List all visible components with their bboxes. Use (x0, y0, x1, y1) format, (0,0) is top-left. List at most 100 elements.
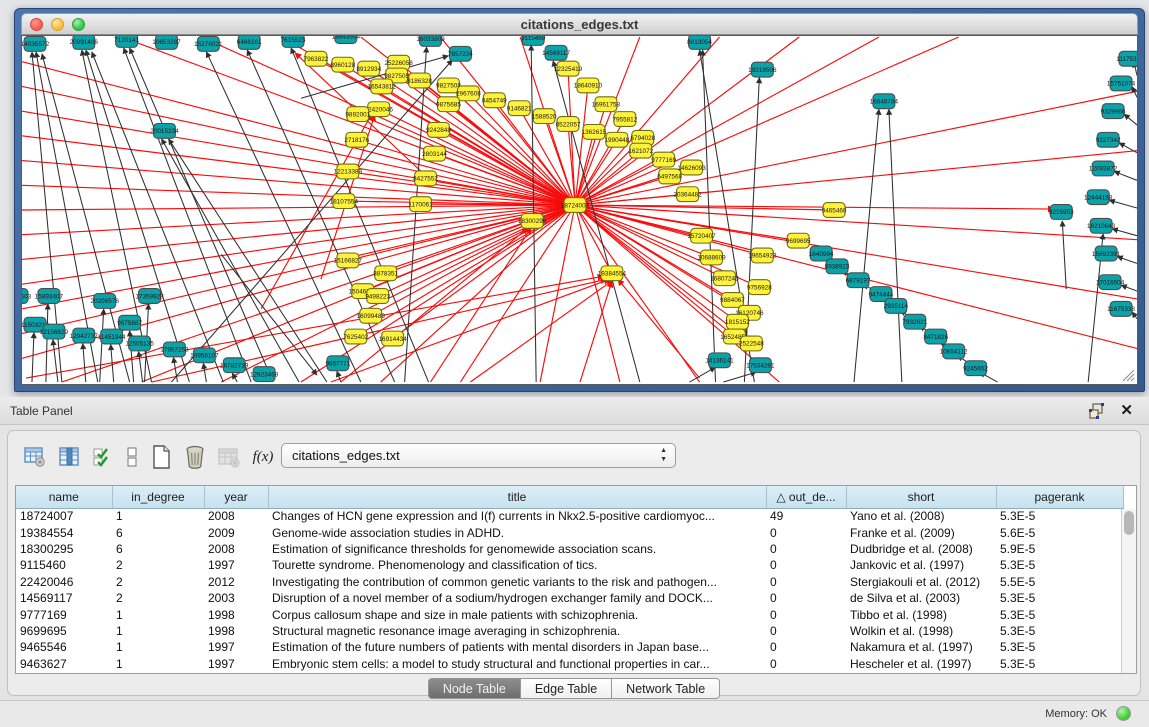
table-cell[interactable]: 5.3E-5 (996, 623, 1123, 639)
graph-node[interactable]: 11175319 (1116, 51, 1137, 66)
graph-node[interactable]: 1990448 (604, 132, 629, 147)
table-cell[interactable]: Disruption of a novel member of a sodium… (268, 590, 766, 606)
table-cell[interactable]: 5.3E-5 (996, 508, 1123, 524)
table-cell[interactable]: 0 (766, 557, 846, 573)
graph-node[interactable]: 9146821 (507, 101, 532, 116)
table-row[interactable]: 1830029562008Estimation of significance … (16, 541, 1123, 557)
graph-node[interactable]: 8938923 (825, 259, 850, 274)
table-cell[interactable]: 9777169 (16, 606, 112, 622)
graph-node[interactable]: 1170061 (408, 197, 433, 212)
graph-node[interactable]: 9777169 (651, 152, 676, 167)
table-cell[interactable]: Estimation of the future numbers of pati… (268, 639, 766, 655)
table-cell[interactable]: 0 (766, 541, 846, 557)
graph-node[interactable]: 16807243 (710, 271, 739, 286)
delete-button[interactable] (180, 442, 210, 472)
graph-node[interactable]: 15692391 (1092, 246, 1121, 261)
table-cell[interactable]: 5.9E-5 (996, 541, 1123, 557)
graph-node[interactable]: 14626093 (677, 160, 706, 175)
graph-node[interactable]: 8912934 (356, 61, 381, 76)
column-chooser-button[interactable] (54, 442, 84, 472)
graph-node[interactable]: 8427552 (413, 171, 438, 186)
table-cell[interactable]: 0 (766, 639, 846, 655)
table-cell[interactable]: 5.3E-5 (996, 606, 1123, 622)
network-canvas[interactable]: 1872400779638228960128891293425226058982… (22, 36, 1137, 384)
graph-node[interactable]: 1621072 (628, 143, 653, 158)
table-cell[interactable]: 2 (112, 557, 204, 573)
graph-node[interactable]: 16648784 (870, 94, 899, 109)
table-cell[interactable]: Stergiakouli et al. (2012) (846, 574, 996, 590)
graph-node[interactable]: 8471826 (923, 329, 948, 344)
table-cell[interactable]: Jankovic et al. (1997) (846, 557, 996, 573)
table-cell[interactable]: 9465546 (16, 639, 112, 655)
table-cell[interactable]: 5.3E-5 (996, 590, 1123, 606)
table-cell[interactable]: 0 (766, 524, 846, 540)
graph-node[interactable]: 9875685 (436, 97, 461, 112)
table-cell[interactable]: 1 (112, 508, 204, 524)
graph-node[interactable]: 25606503 (22, 289, 32, 304)
table-cell[interactable]: 18724007 (16, 508, 112, 524)
table-cell[interactable]: 0 (766, 574, 846, 590)
table-cell[interactable]: 0 (766, 623, 846, 639)
graph-node[interactable]: 9242848 (426, 123, 451, 138)
graph-node[interactable]: 6879197 (846, 273, 871, 288)
window-resize-grip[interactable] (1121, 368, 1135, 382)
clear-selection-button[interactable] (122, 442, 142, 472)
table-cell[interactable]: 0 (766, 606, 846, 622)
node-table-grid[interactable]: namein_degreeyeartitle△ out_de...shortpa… (16, 486, 1124, 672)
table-cell[interactable]: 1997 (204, 639, 268, 655)
table-cell[interactable]: 18300295 (16, 541, 112, 557)
table-cell[interactable]: 1998 (204, 623, 268, 639)
table-select-combo[interactable]: citations_edges.txt ▲▼ (281, 443, 676, 468)
table-cell[interactable]: 6 (112, 524, 204, 540)
graph-node[interactable]: 20206576 (91, 294, 120, 309)
table-cell[interactable]: Estimation of significance thresholds fo… (268, 541, 766, 557)
table-cell[interactable]: 2008 (204, 541, 268, 557)
graph-node[interactable]: 15751074 (1107, 76, 1136, 91)
graph-node[interactable]: 10654112 (940, 344, 968, 359)
table-cell[interactable]: 2012 (204, 574, 268, 590)
table-cell[interactable]: 19384554 (16, 524, 112, 540)
table-cell[interactable]: 9699695 (16, 623, 112, 639)
graph-node[interactable]: 9465460 (822, 203, 847, 218)
table-cell[interactable]: Wolkin et al. (1998) (846, 623, 996, 639)
graph-node[interactable]: 17957253 (160, 342, 189, 357)
table-cell[interactable]: 1 (112, 639, 204, 655)
graph-node[interactable]: 12213389 (334, 164, 363, 179)
graph-node[interactable]: 8813054 (687, 36, 712, 49)
graph-node[interactable]: 8522057 (556, 117, 581, 132)
graph-node[interactable]: 7120141 (114, 36, 139, 47)
table-cell[interactable]: 1 (112, 606, 204, 622)
table-row[interactable]: 1872400712008Changes of HCN gene express… (16, 508, 1123, 524)
table-cell[interactable]: Hescheler et al. (1997) (846, 656, 996, 672)
graph-node[interactable]: 16210643 (1087, 218, 1116, 233)
new-table-button[interactable] (146, 442, 176, 472)
table-cell[interactable]: 5.5E-5 (996, 574, 1123, 590)
graph-node[interactable]: 12156829 (40, 324, 69, 339)
graph-node[interactable]: 8454749 (482, 93, 507, 108)
graph-node[interactable]: 19654923 (748, 248, 777, 263)
graph-node[interactable]: 2935114 (884, 298, 909, 313)
graph-node[interactable]: 9857771 (325, 356, 350, 371)
graph-node[interactable]: 11675338 (1107, 301, 1135, 316)
table-cell[interactable]: 2003 (204, 590, 268, 606)
graph-node[interactable]: 2803144 (422, 146, 447, 161)
column-header-title[interactable]: title (268, 486, 766, 508)
select-all-button[interactable] (88, 442, 118, 472)
table-cell[interactable]: 1 (112, 656, 204, 672)
graph-node[interactable]: 14569117 (542, 45, 570, 60)
table-row[interactable]: 1938455462009Genome-wide association stu… (16, 524, 1123, 540)
graph-node[interactable]: 9115460 (521, 36, 546, 45)
graph-node[interactable]: 18300295 (518, 213, 547, 228)
graph-node[interactable]: 8215953 (1049, 205, 1074, 220)
graph-node[interactable]: 19384554 (598, 266, 627, 281)
graph-node[interactable]: 7625402 (343, 329, 368, 344)
graph-node[interactable]: 1815152 (725, 314, 750, 329)
graph-node[interactable]: 17016504 (1096, 275, 1125, 290)
graph-node[interactable]: 2967608 (456, 86, 481, 101)
graph-node[interactable]: 12444158 (1084, 190, 1113, 205)
table-row[interactable]: 946362711997Embryonic stem cells: a mode… (16, 656, 1123, 672)
table-cell[interactable]: 14569117 (16, 590, 112, 606)
table-cell[interactable]: Dudbridge et al. (2008) (846, 541, 996, 557)
table-cell[interactable]: 5.6E-5 (996, 524, 1123, 540)
graph-node[interactable]: 12923468 (250, 367, 279, 382)
